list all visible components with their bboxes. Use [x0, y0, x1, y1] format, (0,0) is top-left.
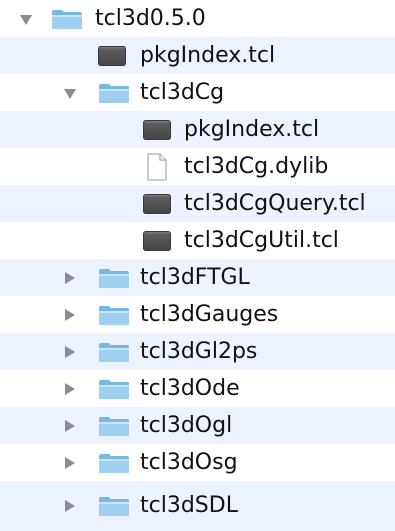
- disclosure-collapsed-icon[interactable]: [65, 456, 75, 469]
- tree-item-label: tcl3dOde: [140, 375, 240, 401]
- tree-row-tcl3dftgl[interactable]: tcl3dFTGL: [0, 259, 395, 296]
- tree-item-label: tcl3d0.5.0: [95, 5, 206, 31]
- script-file-icon: [143, 119, 171, 140]
- disclosure-collapsed-icon[interactable]: [65, 271, 75, 284]
- tree-item-label: tcl3dOgl: [140, 412, 233, 438]
- disclosure-collapsed-icon[interactable]: [65, 345, 75, 358]
- tree-row-tcl3dode[interactable]: tcl3dOde: [0, 370, 395, 407]
- tree-row-tcl3d0-5-0[interactable]: tcl3d0.5.0: [0, 0, 395, 37]
- disclosure-collapsed-icon[interactable]: [65, 419, 75, 432]
- tree-row-tcl3dcgutil-tcl[interactable]: tcl3dCgUtil.tcl: [0, 222, 395, 259]
- folder-icon: [99, 453, 129, 473]
- folder-icon: [99, 497, 129, 516]
- folder-icon: [99, 416, 129, 436]
- disclosure-expanded-icon[interactable]: [20, 14, 32, 25]
- script-file-icon: [143, 230, 171, 251]
- tree-row-tcl3dogl[interactable]: tcl3dOgl: [0, 407, 395, 444]
- folder-icon: [99, 342, 129, 362]
- tree-item-label: tcl3dFTGL: [140, 264, 250, 290]
- tree-item-label: tcl3dCg: [140, 79, 225, 105]
- folder-icon: [99, 83, 129, 103]
- disclosure-collapsed-icon[interactable]: [65, 308, 75, 321]
- folder-icon: [99, 268, 129, 288]
- tree-row-tcl3dcgquery-tcl[interactable]: tcl3dCgQuery.tcl: [0, 185, 395, 222]
- tree-item-label: pkgIndex.tcl: [140, 42, 276, 68]
- file-tree: tcl3d0.5.0 pkgIndex.tcl tcl3dCg pkgIndex…: [0, 0, 395, 531]
- tree-row-tcl3dcg[interactable]: tcl3dCg: [0, 74, 395, 111]
- document-icon: [147, 153, 167, 180]
- tree-row-pkgindex-tcl-nested[interactable]: pkgIndex.tcl: [0, 111, 395, 148]
- tree-item-label: tcl3dCgQuery.tcl: [184, 190, 366, 216]
- disclosure-expanded-icon[interactable]: [64, 88, 76, 99]
- tree-item-label: tcl3dGauges: [140, 301, 279, 327]
- tree-row-tcl3dgauges[interactable]: tcl3dGauges: [0, 296, 395, 333]
- tree-item-label: tcl3dOsg: [140, 449, 238, 475]
- tree-row-tcl3dsdl[interactable]: tcl3dSDL: [0, 481, 395, 531]
- tree-row-tcl3dgl2ps[interactable]: tcl3dGl2ps: [0, 333, 395, 370]
- tree-item-label: pkgIndex.tcl: [184, 116, 320, 142]
- tree-row-pkgindex-tcl[interactable]: pkgIndex.tcl: [0, 37, 395, 74]
- tree-item-label: tcl3dCgUtil.tcl: [184, 227, 339, 253]
- tree-item-label: tcl3dCg.dylib: [184, 153, 329, 179]
- tree-row-tcl3dcg-dylib[interactable]: tcl3dCg.dylib: [0, 148, 395, 185]
- script-file-icon: [98, 45, 126, 66]
- folder-icon: [99, 379, 129, 399]
- folder-icon: [99, 305, 129, 325]
- script-file-icon: [143, 193, 171, 214]
- tree-item-label: tcl3dSDL: [140, 493, 238, 518]
- folder-icon: [52, 9, 82, 29]
- disclosure-collapsed-icon[interactable]: [65, 382, 75, 395]
- tree-item-label: tcl3dGl2ps: [140, 338, 258, 364]
- tree-row-tcl3dosg[interactable]: tcl3dOsg: [0, 444, 395, 481]
- disclosure-collapsed-icon[interactable]: [65, 500, 75, 512]
